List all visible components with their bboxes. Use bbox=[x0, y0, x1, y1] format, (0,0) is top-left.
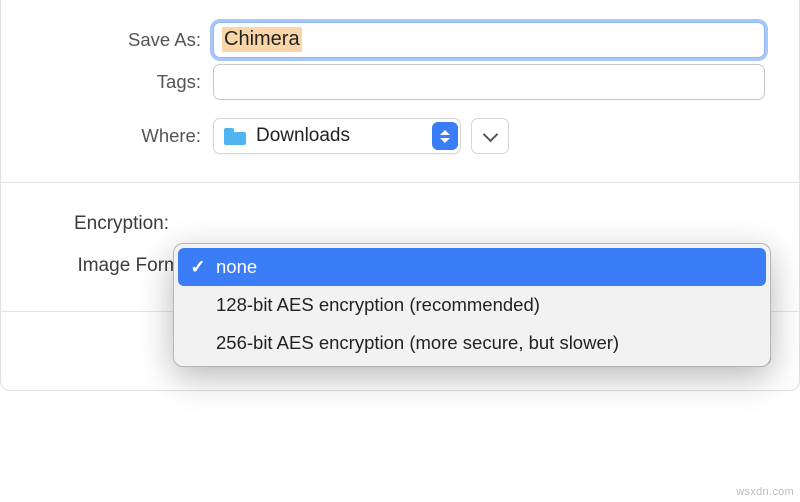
where-row: Where: Downloads bbox=[35, 118, 765, 154]
updown-icon bbox=[432, 122, 458, 150]
encryption-option-128[interactable]: 128-bit AES encryption (recommended) bbox=[174, 286, 770, 324]
dialog-top-section: Save As: Chimera Tags: Where: Downloads bbox=[1, 0, 799, 182]
option-label: 256-bit AES encryption (more secure, but… bbox=[208, 332, 619, 354]
option-label: none bbox=[208, 256, 257, 278]
where-controls: Downloads bbox=[213, 118, 509, 154]
watermark: wsxdn.com bbox=[736, 486, 794, 498]
encryption-row: Encryption: bbox=[35, 203, 765, 245]
expand-button[interactable] bbox=[471, 118, 509, 154]
encryption-popup: ✓ none 128-bit AES encryption (recommend… bbox=[173, 243, 771, 367]
save-as-label: Save As: bbox=[35, 29, 213, 51]
save-as-value: Chimera bbox=[222, 27, 302, 52]
encryption-label: Encryption: bbox=[35, 213, 171, 235]
where-label: Where: bbox=[35, 125, 213, 147]
tags-row: Tags: bbox=[35, 64, 765, 100]
checkmark-icon: ✓ bbox=[188, 256, 208, 278]
option-label: 128-bit AES encryption (recommended) bbox=[208, 294, 540, 316]
chevron-down-icon bbox=[482, 126, 498, 142]
tags-input[interactable] bbox=[213, 64, 765, 100]
where-dropdown[interactable]: Downloads bbox=[213, 118, 461, 154]
encryption-option-256[interactable]: 256-bit AES encryption (more secure, but… bbox=[174, 324, 770, 362]
folder-icon bbox=[224, 128, 246, 145]
save-as-input[interactable]: Chimera bbox=[213, 22, 765, 58]
tags-label: Tags: bbox=[35, 71, 213, 93]
save-as-row: Save As: Chimera bbox=[35, 22, 765, 58]
where-selected: Downloads bbox=[252, 125, 428, 147]
encryption-option-none[interactable]: ✓ none bbox=[178, 248, 766, 286]
